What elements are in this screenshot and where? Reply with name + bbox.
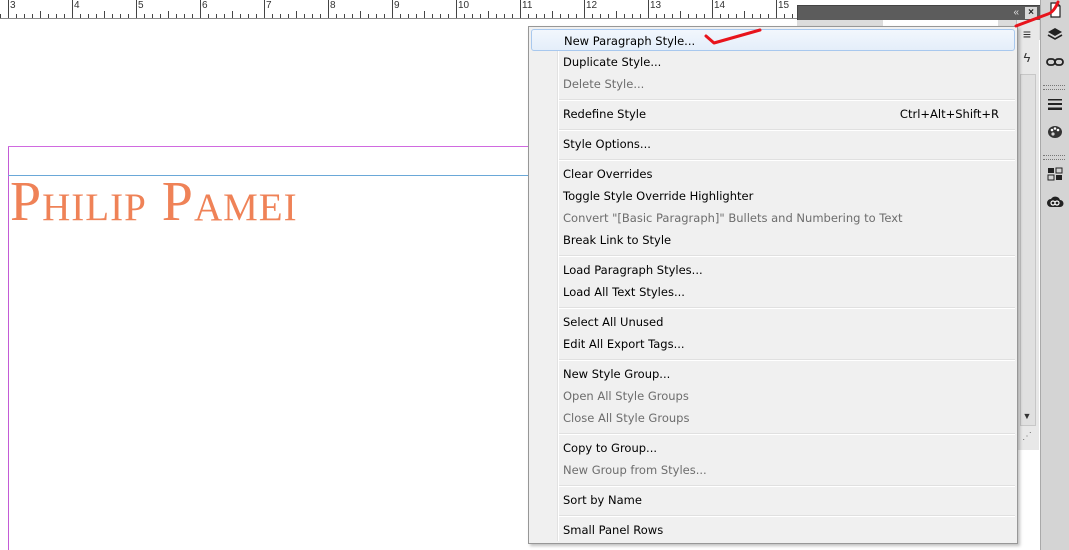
menu-item-label: New Paragraph Style... <box>564 34 696 48</box>
menu-separator <box>559 515 1015 517</box>
swatches-icon[interactable] <box>1045 124 1065 144</box>
menu-separator <box>559 485 1015 487</box>
menu-item-load-paragraph-styles[interactable]: Load Paragraph Styles... <box>531 259 1015 281</box>
menu-item-edit-all-export-tags[interactable]: Edit All Export Tags... <box>531 333 1015 355</box>
menu-item-close-all-style-groups[interactable]: Close All Style Groups <box>531 407 1015 429</box>
page-margin-guide-top <box>8 146 528 147</box>
menu-item-label: Load Paragraph Styles... <box>563 263 703 277</box>
menu-item-label: New Group from Styles... <box>563 463 707 477</box>
menu-item-label: Load All Text Styles... <box>563 285 685 299</box>
menu-item-load-all-text-styles[interactable]: Load All Text Styles... <box>531 281 1015 303</box>
menu-separator <box>559 255 1015 257</box>
menu-separator <box>559 307 1015 309</box>
menu-item-label: Select All Unused <box>563 315 664 329</box>
panel-title-bar[interactable]: « × <box>797 5 1042 21</box>
cc-libraries-grid-icon[interactable] <box>1045 166 1065 186</box>
menu-item-redefine-style[interactable]: Redefine Style Ctrl+Alt+Shift+R <box>531 103 1015 125</box>
menu-item-delete-style[interactable]: Delete Style... <box>531 73 1015 95</box>
ruler-number: 5 <box>138 0 144 11</box>
paragraph-styles-panel-menu: New Paragraph Style... Duplicate Style..… <box>528 26 1018 544</box>
menu-item-label: Close All Style Groups <box>563 411 690 425</box>
menu-item-toggle-override-highlighter[interactable]: Toggle Style Override Highlighter <box>531 185 1015 207</box>
menu-separator <box>559 359 1015 361</box>
menu-item-label: Clear Overrides <box>563 167 653 181</box>
menu-separator <box>559 433 1015 435</box>
menu-item-clear-overrides[interactable]: Clear Overrides <box>531 163 1015 185</box>
menu-item-small-panel-rows[interactable]: Small Panel Rows <box>531 519 1015 541</box>
menu-item-label: Redefine Style <box>563 107 647 121</box>
ruler-number: 8 <box>330 0 336 11</box>
ruler-number: 4 <box>74 0 80 11</box>
ruler-number: 11 <box>522 0 533 11</box>
menu-item-new-style-group[interactable]: New Style Group... <box>531 363 1015 385</box>
menu-separator <box>559 159 1015 161</box>
ruler-number: 13 <box>650 0 662 11</box>
resize-grip-icon[interactable]: ⋰ <box>1020 428 1034 446</box>
menu-item-open-all-style-groups[interactable]: Open All Style Groups <box>531 385 1015 407</box>
menu-item-new-paragraph-style[interactable]: New Paragraph Style... <box>531 29 1015 51</box>
menu-item-label: Duplicate Style... <box>563 55 662 69</box>
menu-item-convert-bullets[interactable]: Convert "[Basic Paragraph]" Bullets and … <box>531 207 1015 229</box>
ruler-number: 9 <box>394 0 400 11</box>
menu-item-label: Open All Style Groups <box>563 389 689 403</box>
menu-item-label: Copy to Group... <box>563 441 658 455</box>
ruler-number: 6 <box>202 0 208 11</box>
menu-item-label: Edit All Export Tags... <box>563 337 685 351</box>
dock-grip[interactable] <box>1043 155 1065 160</box>
menu-item-break-link-to-style[interactable]: Break Link to Style <box>531 229 1015 251</box>
menu-item-sort-by-name[interactable]: Sort by Name <box>531 489 1015 511</box>
scroll-down-arrow-icon[interactable]: ▼ <box>1021 410 1033 422</box>
menu-item-shortcut: Ctrl+Alt+Shift+R <box>899 107 999 121</box>
menu-item-copy-to-group[interactable]: Copy to Group... <box>531 437 1015 459</box>
right-panel-dock <box>1040 0 1069 550</box>
creative-cloud-icon[interactable] <box>1045 194 1065 214</box>
menu-item-select-all-unused[interactable]: Select All Unused <box>531 311 1015 333</box>
menu-item-label: Small Panel Rows <box>563 523 664 537</box>
menu-item-label: Toggle Style Override Highlighter <box>563 189 754 203</box>
horizontal-ruler[interactable]: 3 4 5 6 7 8 9 10 11 12 13 14 15 <box>0 0 800 19</box>
ruler-number: 15 <box>778 0 790 11</box>
red-pen-mark-annotation <box>1014 0 1060 28</box>
ruler-number: 3 <box>10 0 16 11</box>
menu-item-label: Style Options... <box>563 137 651 151</box>
dock-grip[interactable] <box>1043 85 1065 90</box>
red-checkmark-annotation <box>704 28 762 45</box>
menu-item-label: New Style Group... <box>563 367 671 381</box>
quick-apply-icon[interactable]: ϟ <box>1018 50 1036 68</box>
ruler-number: 7 <box>266 0 272 11</box>
menu-item-label: Break Link to Style <box>563 233 672 247</box>
document-title-text[interactable]: Philip Pamei <box>10 170 298 234</box>
menu-item-style-options[interactable]: Style Options... <box>531 133 1015 155</box>
ruler-number: 14 <box>714 0 726 11</box>
menu-item-duplicate-style[interactable]: Duplicate Style... <box>531 51 1015 73</box>
menu-item-label: Delete Style... <box>563 77 645 91</box>
menu-separator <box>559 99 1015 101</box>
page-margin-guide-left <box>8 146 9 550</box>
menu-item-new-group-from-styles[interactable]: New Group from Styles... <box>531 459 1015 481</box>
menu-item-label: Convert "[Basic Paragraph]" Bullets and … <box>563 211 903 225</box>
menu-separator <box>559 129 1015 131</box>
ruler-number: 12 <box>586 0 598 11</box>
stroke-icon[interactable] <box>1045 96 1065 116</box>
panel-scrollbar[interactable] <box>1020 74 1036 426</box>
menu-item-label: Sort by Name <box>563 493 642 507</box>
ruler-ticks <box>0 0 793 18</box>
ruler-number: 10 <box>458 0 470 11</box>
links-icon[interactable] <box>1045 54 1065 74</box>
